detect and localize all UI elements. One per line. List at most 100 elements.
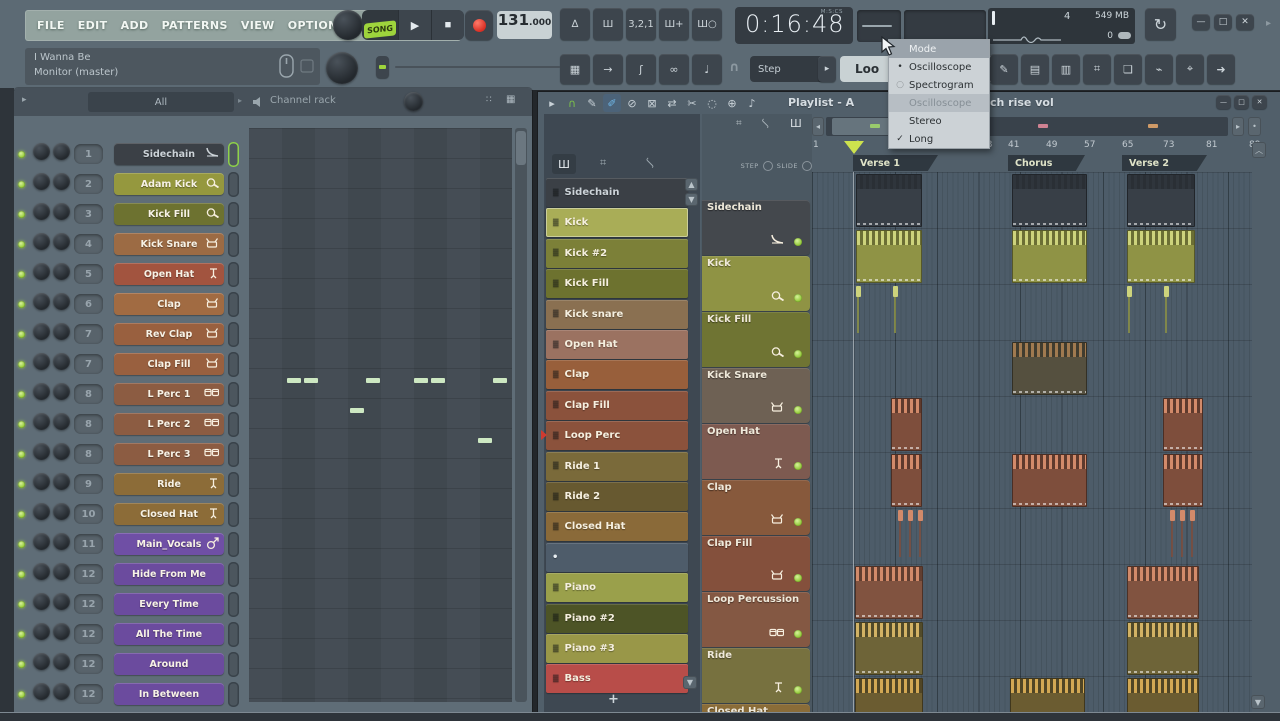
- channel-volume-knob[interactable]: [53, 533, 70, 550]
- channel-number[interactable]: 12: [74, 594, 103, 614]
- track-tab-crossfade-icon[interactable]: ⌗: [736, 118, 742, 129]
- channel-volume-knob[interactable]: [53, 653, 70, 670]
- timeline-marker[interactable]: Verse 2: [1122, 155, 1207, 171]
- channel-fader[interactable]: [228, 442, 239, 467]
- channel-button[interactable]: Around: [114, 653, 224, 675]
- channel-button[interactable]: Clap: [114, 293, 224, 315]
- select-tool-icon[interactable]: ◌: [703, 94, 721, 112]
- plugin-toggle[interactable]: ⌁: [1145, 54, 1173, 84]
- rack-scrollbar[interactable]: [515, 128, 527, 702]
- channel-fader[interactable]: [228, 202, 239, 227]
- channel-volume-knob[interactable]: [53, 323, 70, 340]
- countdown-icon[interactable]: 3,2,1: [626, 8, 656, 40]
- step-toggle[interactable]: [763, 161, 773, 171]
- pattern-item[interactable]: ≣Piano #2: [546, 604, 688, 633]
- restart-icon[interactable]: ↻: [1145, 8, 1176, 40]
- channel-fader[interactable]: [228, 652, 239, 677]
- channel-fader[interactable]: [228, 682, 239, 707]
- channel-button[interactable]: Hide From Me: [114, 563, 224, 585]
- channel-volume-knob[interactable]: [53, 503, 70, 520]
- channel-pan-knob[interactable]: [33, 653, 50, 670]
- track-mute-led[interactable]: [794, 462, 802, 470]
- channel-fader[interactable]: [228, 322, 239, 347]
- channel-mute-led[interactable]: [18, 541, 25, 548]
- shuffle-slider-handle[interactable]: [376, 56, 389, 78]
- track-mute-led[interactable]: [794, 238, 802, 246]
- timeline-options-box[interactable]: •: [1248, 117, 1261, 136]
- channel-mute-led[interactable]: [18, 421, 25, 428]
- channel-mute-led[interactable]: [18, 631, 25, 638]
- loop-record-icon[interactable]: Ш○: [692, 8, 722, 40]
- context-menu-item[interactable]: Oscilloscope: [889, 94, 989, 112]
- pattern-item[interactable]: ≣Clap Fill: [546, 391, 688, 420]
- pattern-clip-thin[interactable]: [1190, 510, 1195, 563]
- channel-mute-led[interactable]: [18, 241, 25, 248]
- channel-mute-led[interactable]: [18, 691, 25, 698]
- tab-audio[interactable]: ʃ: [644, 157, 656, 169]
- pattern-clip[interactable]: [1012, 174, 1087, 227]
- playlist-toggle[interactable]: ✎: [990, 54, 1018, 84]
- channel-number[interactable]: 8: [74, 384, 103, 404]
- pattern-clip[interactable]: [1127, 174, 1195, 227]
- channel-pan-knob[interactable]: [33, 293, 50, 310]
- channel-pan-knob[interactable]: [33, 143, 50, 160]
- channel-pan-knob[interactable]: [33, 383, 50, 400]
- channel-volume-knob[interactable]: [53, 563, 70, 580]
- play-button[interactable]: ▶: [398, 10, 431, 40]
- link-icon[interactable]: ∞: [659, 54, 689, 84]
- graph-editor-icon[interactable]: ∷: [486, 95, 493, 105]
- channel-mute-led[interactable]: [18, 301, 25, 308]
- playlist-minimize-button[interactable]: —: [1216, 95, 1231, 109]
- menu-view[interactable]: VIEW: [241, 19, 275, 32]
- picker-scroll-bottom[interactable]: ▼: [683, 676, 697, 689]
- channel-number[interactable]: 7: [74, 354, 103, 374]
- context-menu-item[interactable]: ✓Long: [889, 130, 989, 148]
- channel-volume-knob[interactable]: [53, 593, 70, 610]
- channel-fader[interactable]: [228, 352, 239, 377]
- track-mute-led[interactable]: [794, 574, 802, 582]
- channel-number[interactable]: 5: [74, 264, 103, 284]
- channel-number[interactable]: 1: [74, 144, 103, 164]
- tab-patterns[interactable]: Ш: [552, 154, 576, 174]
- channel-fader[interactable]: [228, 412, 239, 437]
- pattern-item[interactable]: ≣Sidechain: [546, 178, 688, 207]
- channel-pan-knob[interactable]: [33, 683, 50, 700]
- channel-fader[interactable]: [228, 592, 239, 617]
- pattern-clip[interactable]: [1127, 230, 1195, 283]
- add-pattern-button[interactable]: +: [608, 692, 619, 707]
- slip-tool-icon[interactable]: ⇄: [663, 94, 681, 112]
- pattern-clip[interactable]: [856, 230, 922, 283]
- channel-number[interactable]: 3: [74, 204, 103, 224]
- pattern-clip-thin[interactable]: [1180, 510, 1185, 563]
- menu-arrow-icon[interactable]: ▸: [543, 94, 561, 112]
- pattern-clip[interactable]: [1012, 454, 1087, 507]
- close-button[interactable]: ✕: [1236, 14, 1254, 30]
- pattern-clip[interactable]: [1012, 230, 1087, 283]
- channel-number[interactable]: 10: [74, 504, 103, 524]
- channel-mute-led[interactable]: [18, 391, 25, 398]
- context-menu-item[interactable]: •Oscilloscope: [889, 58, 989, 76]
- timeline-marker[interactable]: Verse 1: [853, 155, 938, 171]
- channel-pan-knob[interactable]: [33, 593, 50, 610]
- pattern-item[interactable]: ≣Piano #3: [546, 634, 688, 663]
- channel-button[interactable]: Sidechain: [114, 143, 224, 165]
- metronome-icon[interactable]: ∆: [560, 8, 590, 40]
- channel-rack-toggle[interactable]: ▤: [1021, 54, 1049, 84]
- browser-toggle[interactable]: ⌗: [1083, 54, 1111, 84]
- track-mute-led[interactable]: [794, 294, 802, 302]
- channel-fader[interactable]: [228, 382, 239, 407]
- playlist-track-header[interactable]: Clap: [702, 480, 810, 535]
- channel-mute-led[interactable]: [18, 181, 25, 188]
- slice-tool-icon[interactable]: ✂: [683, 94, 701, 112]
- channel-number[interactable]: 12: [74, 684, 103, 704]
- channel-fader[interactable]: [228, 472, 239, 497]
- channel-pan-knob[interactable]: [33, 203, 50, 220]
- pattern-item[interactable]: ≣Ride 1: [546, 452, 688, 481]
- tempo-tap-toggle[interactable]: ⌖: [1176, 54, 1204, 84]
- playlist-track-header[interactable]: Kick: [702, 256, 810, 311]
- channel-mute-led[interactable]: [18, 271, 25, 278]
- channel-volume-knob[interactable]: [53, 143, 70, 160]
- metronome-alt-icon[interactable]: ♩: [692, 54, 722, 84]
- rack-scrollbar-thumb[interactable]: [516, 131, 526, 165]
- channel-pan-knob[interactable]: [33, 173, 50, 190]
